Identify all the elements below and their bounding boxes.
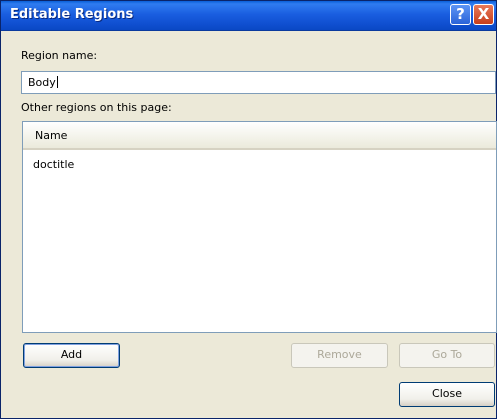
add-button[interactable]: Add bbox=[23, 343, 120, 368]
text-caret bbox=[56, 76, 58, 88]
editable-regions-dialog: Editable Regions ? X Region name: Body O… bbox=[0, 0, 497, 419]
title-bar[interactable]: Editable Regions ? X bbox=[1, 1, 496, 31]
region-name-label: Region name: bbox=[21, 49, 98, 62]
region-name-value: Body bbox=[28, 76, 56, 89]
other-regions-label: Other regions on this page: bbox=[21, 101, 172, 114]
list-item[interactable]: doctitle bbox=[33, 158, 74, 171]
other-regions-list[interactable]: Name doctitle bbox=[22, 121, 497, 333]
close-icon[interactable]: X bbox=[473, 4, 494, 25]
window-title: Editable Regions bbox=[10, 7, 134, 22]
goto-button[interactable]: Go To bbox=[399, 343, 495, 368]
help-icon[interactable]: ? bbox=[450, 4, 471, 25]
remove-button[interactable]: Remove bbox=[291, 343, 388, 368]
region-name-input[interactable]: Body bbox=[21, 71, 496, 94]
column-header-name[interactable]: Name bbox=[23, 122, 496, 150]
close-button[interactable]: Close bbox=[399, 382, 495, 407]
column-header-label: Name bbox=[35, 129, 68, 142]
